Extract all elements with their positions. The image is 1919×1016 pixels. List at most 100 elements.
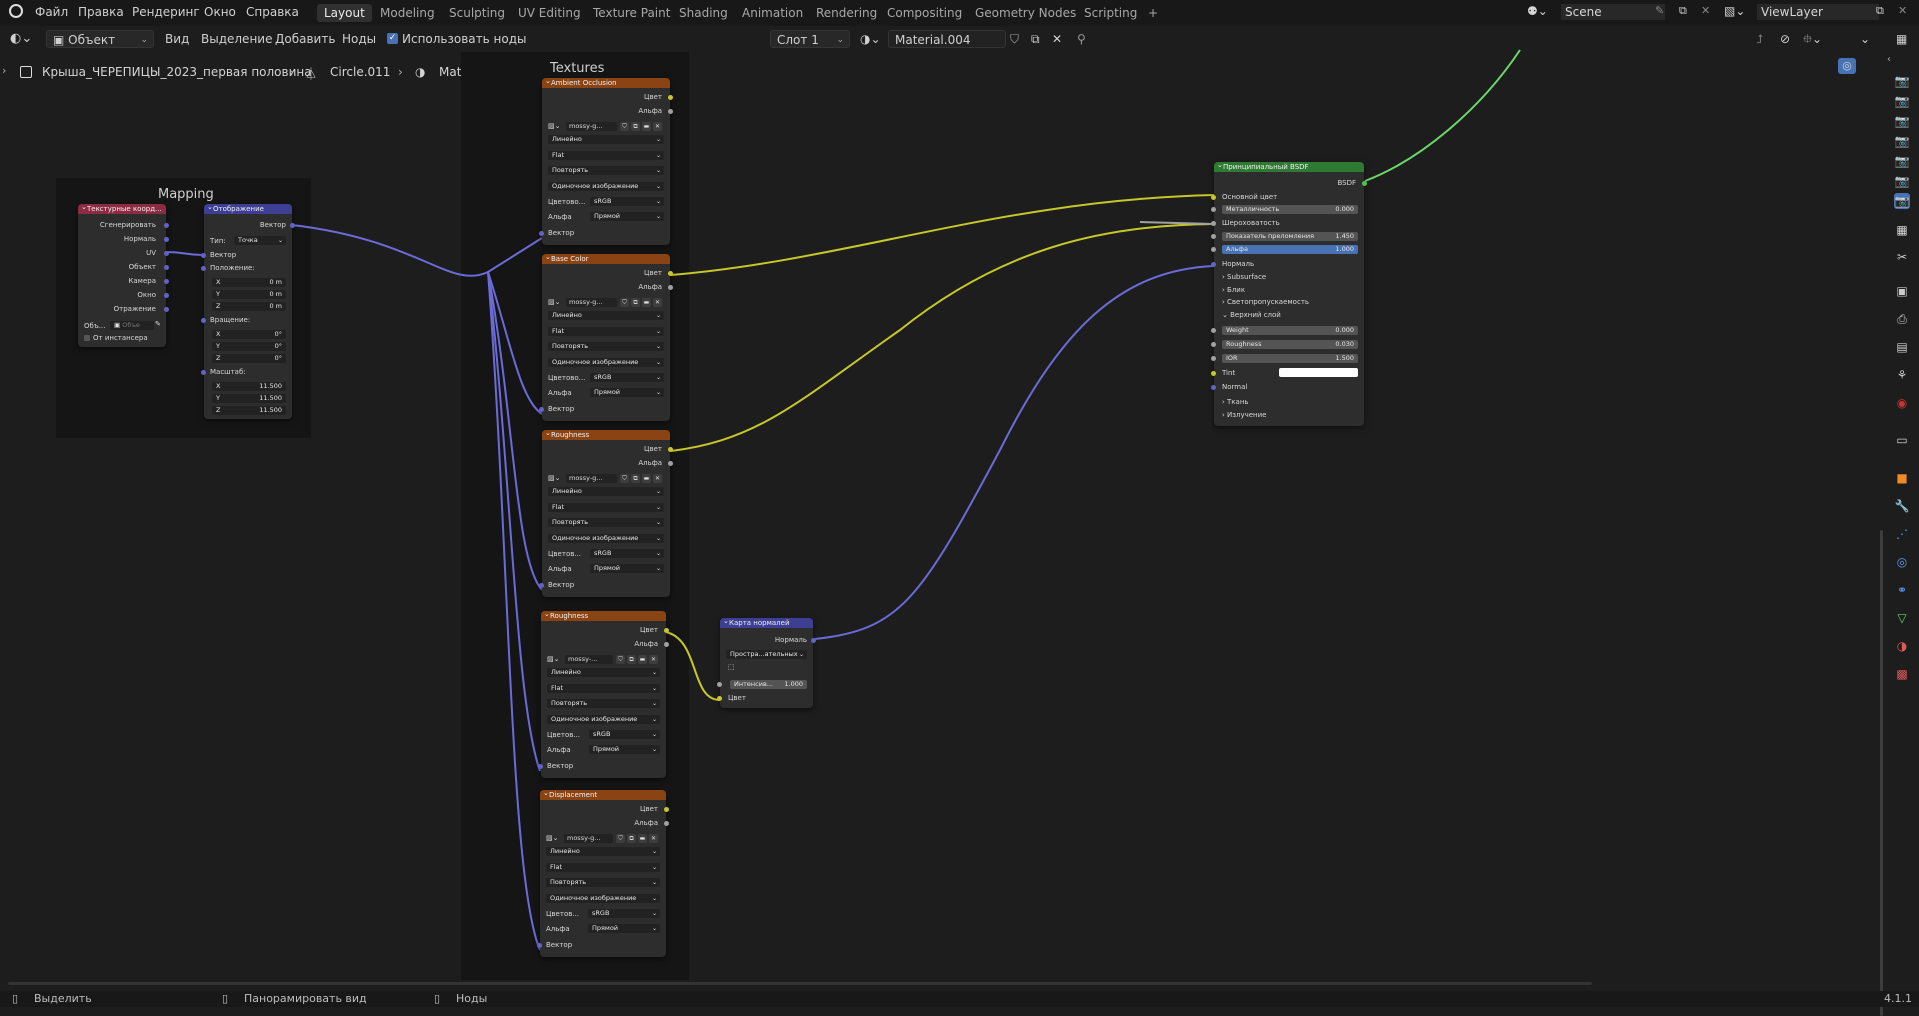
unlink-image-icon[interactable]: ✕ [649, 655, 658, 664]
colorspace-dropdown[interactable]: sRGB ⌄ [588, 909, 660, 918]
interp-dropdown[interactable]: Линейно ⌄ [548, 487, 664, 496]
socket[interactable] [668, 95, 673, 100]
alpha-mode-dropdown[interactable]: Прямой ⌄ [590, 388, 664, 397]
image-texture-node[interactable]: Roughness Цвет Альфа ▨⌄ mossy-... ⛉⧉▬✕ Линейно… [538, 609, 669, 778]
coat-ior-field[interactable]: IOR 1.500 [1222, 354, 1358, 363]
duplicate-image-icon[interactable]: ⧉ [631, 474, 640, 483]
socket[interactable] [717, 682, 722, 687]
interp-dropdown[interactable]: Линейно ⌄ [548, 311, 664, 320]
socket[interactable] [1211, 371, 1216, 376]
camera-icon[interactable]: 📷 [1894, 93, 1910, 109]
loc-y[interactable]: Y 0 m [212, 290, 286, 299]
image-texture-node[interactable]: Displacement Цвет Альфа ▨⌄ mossy-g... ⛉⧉▬✕ Лин… [537, 788, 669, 957]
socket[interactable] [201, 370, 206, 375]
proj-dropdown[interactable]: Flat ⌄ [548, 326, 664, 336]
ext-dropdown[interactable]: Повторять ⌄ [546, 878, 660, 887]
image-browse-icon[interactable]: ▨⌄ [548, 298, 560, 306]
vertical-scrollbar[interactable] [1880, 530, 1883, 1016]
panel-coat[interactable]: ⌄ Верхний слой [1222, 311, 1281, 319]
image-texture-node[interactable]: Ambient Occlusion Цвет Альфа ▨⌄ mossy-g... ⛉⧉… [539, 76, 673, 245]
camera-icon[interactable]: 📷 [1894, 133, 1910, 149]
from-instancer-checkbox[interactable] [84, 335, 90, 341]
panel-sheen[interactable]: › Ткань [1222, 398, 1249, 406]
proj-dropdown[interactable]: Flat ⌄ [547, 683, 660, 693]
socket[interactable] [668, 447, 673, 452]
camera-icon[interactable]: 📷 [1894, 73, 1910, 89]
panel-transmission[interactable]: › Светопропускаемость [1222, 298, 1309, 306]
rot-x[interactable]: X 0° [212, 330, 286, 339]
type-dropdown[interactable]: Точка ⌄ [234, 236, 286, 245]
object-icon[interactable]: ■ [1894, 470, 1910, 486]
socket[interactable] [164, 223, 169, 228]
socket[interactable] [1211, 207, 1216, 212]
particles-icon[interactable]: ⋰ [1894, 526, 1910, 542]
proj-dropdown[interactable]: Flat ⌄ [548, 502, 664, 512]
camera-icon[interactable]: 📷 [1894, 173, 1910, 189]
camera-icon[interactable]: 📷 [1894, 113, 1910, 129]
socket[interactable] [1211, 356, 1216, 361]
socket[interactable] [1211, 247, 1216, 252]
image-name-field[interactable]: mossy-g... [564, 834, 613, 843]
socket[interactable] [201, 266, 206, 271]
interp-dropdown[interactable]: Линейно ⌄ [546, 847, 660, 856]
rot-y[interactable]: Y 0° [212, 342, 286, 351]
eyedropper-icon[interactable]: ✎ [155, 320, 161, 328]
interp-dropdown[interactable]: Линейно ⌄ [548, 135, 664, 144]
node-header[interactable]: Roughness [541, 609, 666, 621]
socket[interactable] [664, 807, 669, 812]
image-name-field[interactable]: mossy-g... [566, 474, 617, 483]
duplicate-image-icon[interactable]: ⧉ [631, 122, 640, 131]
socket[interactable] [664, 642, 669, 647]
camera-icon[interactable]: 📷 [1894, 153, 1910, 169]
socket[interactable] [164, 265, 169, 270]
coat-roughness-field[interactable]: Roughness 0.030 [1222, 340, 1358, 349]
colorspace-dropdown[interactable]: sRGB ⌄ [589, 730, 660, 739]
node-header[interactable]: Принципиальный BSDF [1214, 160, 1364, 172]
horizontal-scrollbar[interactable] [8, 982, 1592, 985]
image-texture-node[interactable]: Base Color Цвет Альфа ▨⌄ mossy-g... ⛉⧉▬✕ Линей… [539, 252, 673, 421]
scene-icon[interactable]: ⚘ [1894, 367, 1910, 383]
image-texture-node[interactable]: Roughness Цвет Альфа ▨⌄ mossy-g... ⛉⧉▬✕ Линейн… [539, 428, 673, 597]
tool-icon[interactable]: ✂ [1894, 249, 1910, 265]
socket[interactable] [1211, 234, 1216, 239]
modifier-icon[interactable]: 🔧 [1894, 498, 1910, 514]
duplicate-image-icon[interactable]: ⧉ [631, 298, 640, 307]
node-header[interactable]: Текстурные коорд... [78, 202, 166, 214]
node-header[interactable]: Roughness [542, 428, 670, 440]
image-browse-icon[interactable]: ▨⌄ [547, 655, 559, 663]
image-name-field[interactable]: mossy-g... [566, 122, 617, 131]
image-name-field[interactable]: mossy-g... [566, 298, 617, 307]
tool-settings-icon[interactable]: ▦ [1894, 222, 1910, 238]
socket[interactable] [664, 628, 669, 633]
src-dropdown[interactable]: Одиночное изображение ⌄ [548, 181, 664, 191]
socket[interactable] [537, 943, 542, 948]
fake-user-shield-icon[interactable]: ⛉ [620, 122, 629, 131]
socket[interactable] [1211, 262, 1216, 267]
src-dropdown[interactable]: Одиночное изображение ⌄ [548, 357, 664, 367]
socket[interactable] [668, 285, 673, 290]
fake-user-shield-icon[interactable]: ⛉ [616, 655, 625, 664]
texture-icon[interactable]: ▩ [1894, 666, 1910, 682]
open-folder-icon[interactable]: ▬ [638, 834, 647, 843]
colorspace-dropdown[interactable]: sRGB ⌄ [590, 197, 664, 206]
camera-icon[interactable]: 📷 [1894, 193, 1910, 209]
render-icon[interactable]: ▣ [1894, 283, 1910, 299]
socket[interactable] [1211, 221, 1216, 226]
material-icon[interactable]: ◑ [1894, 638, 1910, 654]
unlink-image-icon[interactable]: ✕ [653, 298, 662, 307]
socket[interactable] [717, 696, 722, 701]
open-folder-icon[interactable]: ▬ [642, 474, 651, 483]
loc-x[interactable]: X 0 m [212, 278, 286, 287]
scale-y[interactable]: Y 11.500 [212, 394, 286, 403]
node-header[interactable]: Ambient Occlusion [542, 76, 670, 88]
alpha-mode-dropdown[interactable]: Прямой ⌄ [588, 924, 660, 933]
interp-dropdown[interactable]: Линейно ⌄ [547, 668, 660, 677]
node-header[interactable]: Карта нормалей [720, 616, 813, 628]
ior-field[interactable]: Показатель преломления 1.450 [1222, 232, 1358, 241]
open-folder-icon[interactable]: ▬ [642, 298, 651, 307]
socket[interactable] [164, 279, 169, 284]
unlink-image-icon[interactable]: ✕ [649, 834, 658, 843]
space-dropdown[interactable]: Простра...ательных ⌄ [726, 650, 807, 659]
image-browse-icon[interactable]: ▨⌄ [548, 474, 560, 482]
tint-color-swatch[interactable] [1279, 368, 1358, 377]
